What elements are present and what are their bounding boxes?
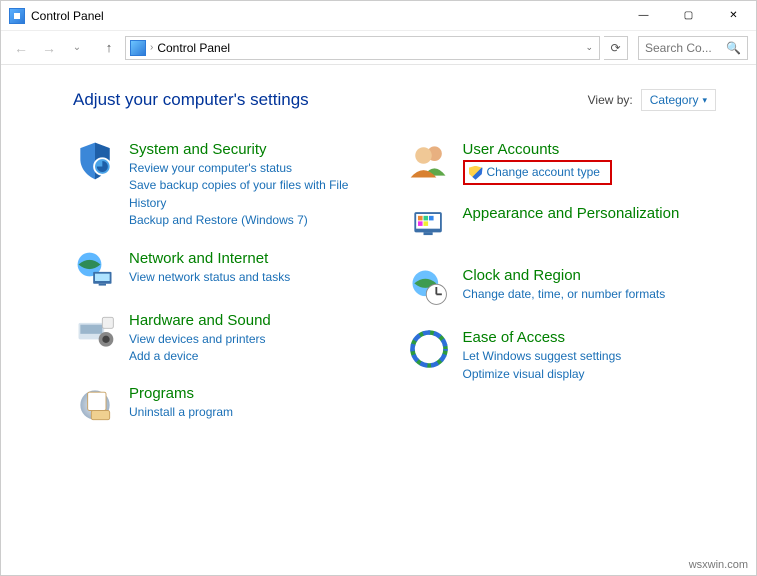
address-bar[interactable]: › Control Panel ⌄ bbox=[125, 36, 600, 60]
forward-button[interactable]: → bbox=[37, 36, 61, 60]
category-clock-region: Clock and Region Change date, time, or n… bbox=[407, 265, 717, 309]
viewby-select[interactable]: Category ▾ bbox=[641, 89, 716, 111]
category-title[interactable]: System and Security bbox=[129, 141, 383, 158]
category-body: Programs Uninstall a program bbox=[129, 383, 233, 427]
page-title: Adjust your computer's settings bbox=[73, 90, 309, 110]
category-hardware-sound: Hardware and Sound View devices and prin… bbox=[73, 310, 383, 366]
titlebar: Control Panel — ▢ ✕ bbox=[1, 1, 756, 31]
close-button[interactable]: ✕ bbox=[711, 1, 756, 30]
category-title[interactable]: User Accounts bbox=[463, 141, 612, 158]
right-column: User Accounts Change account type Appear… bbox=[407, 139, 717, 445]
category-link[interactable]: Save backup copies of your files with Fi… bbox=[129, 177, 383, 212]
control-panel-icon bbox=[9, 8, 25, 24]
user-accounts-icon bbox=[407, 139, 451, 183]
category-body: System and Security Review your computer… bbox=[129, 139, 383, 230]
up-button[interactable]: ↑ bbox=[99, 38, 119, 58]
category-body: Clock and Region Change date, time, or n… bbox=[463, 265, 666, 309]
category-body: Appearance and Personalization bbox=[463, 203, 680, 247]
search-icon: 🔍 bbox=[726, 41, 741, 55]
category-programs: Programs Uninstall a program bbox=[73, 383, 383, 427]
left-column: System and Security Review your computer… bbox=[73, 139, 383, 445]
category-user-accounts: User Accounts Change account type bbox=[407, 139, 717, 185]
category-title[interactable]: Network and Internet bbox=[129, 250, 290, 267]
viewby-value: Category bbox=[650, 93, 699, 107]
category-appearance-personalization: Appearance and Personalization bbox=[407, 203, 717, 247]
programs-icon bbox=[73, 383, 117, 427]
category-body: User Accounts Change account type bbox=[463, 139, 612, 185]
chevron-down-icon: ▾ bbox=[702, 95, 707, 106]
category-title[interactable]: Hardware and Sound bbox=[129, 312, 271, 329]
breadcrumb[interactable]: Control Panel bbox=[157, 41, 577, 55]
watermark: wsxwin.com bbox=[689, 559, 748, 571]
breadcrumb-separator: › bbox=[150, 42, 153, 53]
appearance-personalization-icon bbox=[407, 203, 451, 247]
window-title: Control Panel bbox=[31, 9, 621, 23]
location-icon bbox=[130, 40, 146, 56]
category-title[interactable]: Ease of Access bbox=[463, 329, 622, 346]
uac-shield-icon bbox=[469, 166, 483, 180]
category-link[interactable]: Add a device bbox=[129, 348, 271, 365]
minimize-button[interactable]: — bbox=[621, 1, 666, 30]
refresh-button[interactable]: ⟳ bbox=[604, 36, 628, 60]
category-columns: System and Security Review your computer… bbox=[73, 139, 716, 445]
category-link[interactable]: Review your computer's status bbox=[129, 160, 383, 177]
category-body: Ease of Access Let Windows suggest setti… bbox=[463, 327, 622, 383]
category-title[interactable]: Clock and Region bbox=[463, 267, 666, 284]
category-title[interactable]: Appearance and Personalization bbox=[463, 205, 680, 222]
category-system-security: System and Security Review your computer… bbox=[73, 139, 383, 230]
change-account-type-link[interactable]: Change account type bbox=[487, 164, 600, 181]
maximize-button[interactable]: ▢ bbox=[666, 1, 711, 30]
network-internet-icon bbox=[73, 248, 117, 292]
category-link[interactable]: Uninstall a program bbox=[129, 404, 233, 421]
category-link[interactable]: Change date, time, or number formats bbox=[463, 286, 666, 303]
clock-region-icon bbox=[407, 265, 451, 309]
back-button[interactable]: ← bbox=[9, 36, 33, 60]
address-dropdown[interactable]: ⌄ bbox=[581, 42, 597, 53]
category-link[interactable]: View network status and tasks bbox=[129, 269, 290, 286]
ease-of-access-icon bbox=[407, 327, 451, 371]
category-ease-of-access: Ease of Access Let Windows suggest setti… bbox=[407, 327, 717, 383]
navbar: ← → ⌄ ↑ › Control Panel ⌄ ⟳ 🔍 bbox=[1, 31, 756, 65]
category-link[interactable]: View devices and printers bbox=[129, 331, 271, 348]
category-link[interactable]: Backup and Restore (Windows 7) bbox=[129, 212, 383, 229]
category-body: Network and Internet View network status… bbox=[129, 248, 290, 292]
category-body: Hardware and Sound View devices and prin… bbox=[129, 310, 271, 366]
system-security-icon bbox=[73, 139, 117, 183]
highlighted-link-box: Change account type bbox=[463, 160, 612, 185]
window-controls: — ▢ ✕ bbox=[621, 1, 756, 30]
recent-dropdown[interactable]: ⌄ bbox=[65, 36, 89, 60]
category-link[interactable]: Optimize visual display bbox=[463, 366, 622, 383]
hardware-sound-icon bbox=[73, 310, 117, 354]
category-link[interactable]: Let Windows suggest settings bbox=[463, 348, 622, 365]
viewby-label: View by: bbox=[588, 93, 633, 107]
category-title[interactable]: Programs bbox=[129, 385, 233, 402]
header-row: Adjust your computer's settings View by:… bbox=[73, 89, 716, 111]
viewby-box: View by: Category ▾ bbox=[588, 89, 716, 111]
category-network-internet: Network and Internet View network status… bbox=[73, 248, 383, 292]
content: Adjust your computer's settings View by:… bbox=[1, 65, 756, 455]
search-box[interactable]: 🔍 bbox=[638, 36, 748, 60]
